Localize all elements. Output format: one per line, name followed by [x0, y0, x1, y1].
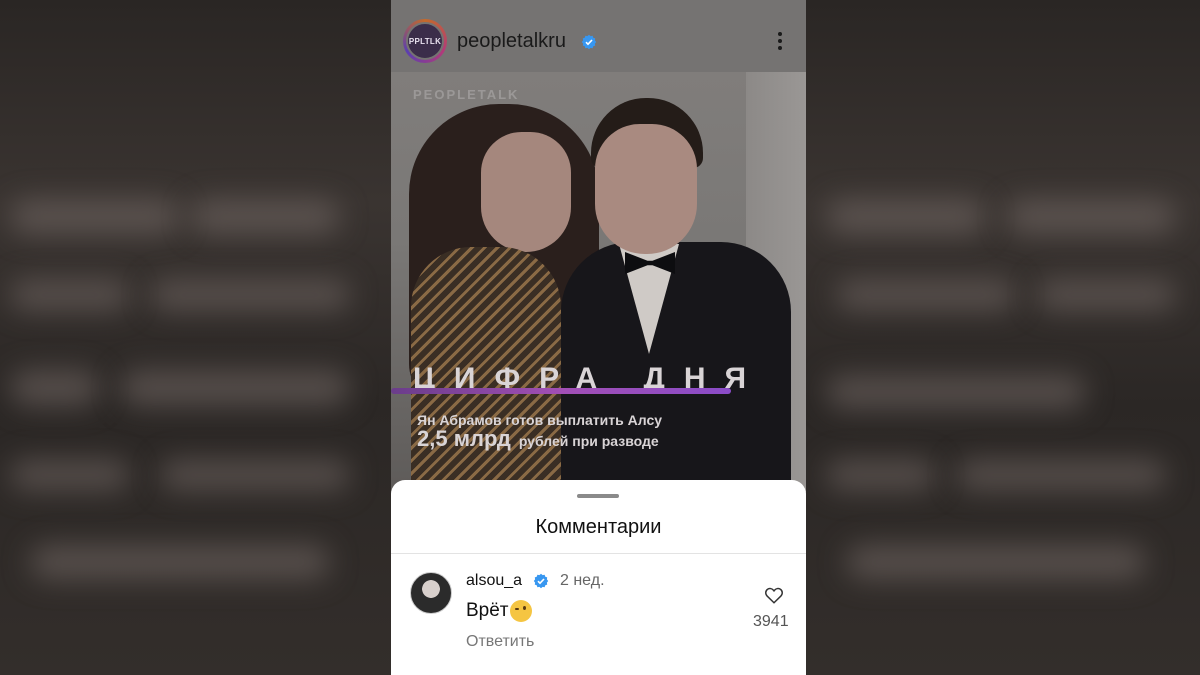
- overlay-accent-bar: [391, 388, 731, 394]
- overlay-caption-rest: рублей при разводе: [518, 433, 659, 449]
- sheet-drag-handle[interactable]: [577, 494, 619, 498]
- photo-man-face: [595, 124, 697, 254]
- comment-text-body: Врёт: [466, 600, 509, 621]
- sheet-divider: [391, 553, 806, 554]
- wink-emoji-icon: [509, 600, 532, 622]
- blurred-background-right: [806, 0, 1200, 675]
- overlay-caption-line2: 2,5 млрд рублей при разводе: [417, 426, 659, 452]
- account-avatar-label: PPLTLK: [406, 22, 444, 60]
- photo-woman-face: [481, 132, 571, 252]
- overlay-amount: 2,5 млрд: [417, 426, 511, 451]
- account-avatar[interactable]: PPLTLK: [403, 19, 447, 63]
- post-username[interactable]: peopletalkru: [457, 30, 566, 53]
- comments-title: Комментарии: [535, 516, 662, 538]
- heart-icon[interactable]: [764, 586, 784, 604]
- blurred-background-left: [0, 0, 391, 675]
- image-watermark: PEOPLETALK: [413, 87, 520, 102]
- comments-sheet: Комментарии alsou_a 2 нед. Врёт Ответить…: [391, 480, 806, 675]
- comment-avatar[interactable]: [410, 572, 452, 614]
- post-header: PPLTLK peopletalkru: [391, 0, 806, 72]
- more-options-icon[interactable]: [771, 30, 789, 52]
- phone-screen: PPLTLK peopletalkru PEOPLETALK ЦИФРА ДНЯ…: [391, 0, 806, 675]
- verified-badge-icon: [581, 34, 597, 50]
- verified-badge-icon: [533, 573, 549, 589]
- comment-like-count: 3941: [753, 613, 789, 630]
- comment-username[interactable]: alsou_a: [466, 572, 522, 590]
- post-image[interactable]: PEOPLETALK ЦИФРА ДНЯ Ян Абрамов готов вы…: [391, 72, 806, 492]
- reply-button[interactable]: Ответить: [466, 633, 534, 651]
- comment-text: Врёт: [466, 600, 532, 622]
- comment-timestamp: 2 нед.: [560, 572, 605, 589]
